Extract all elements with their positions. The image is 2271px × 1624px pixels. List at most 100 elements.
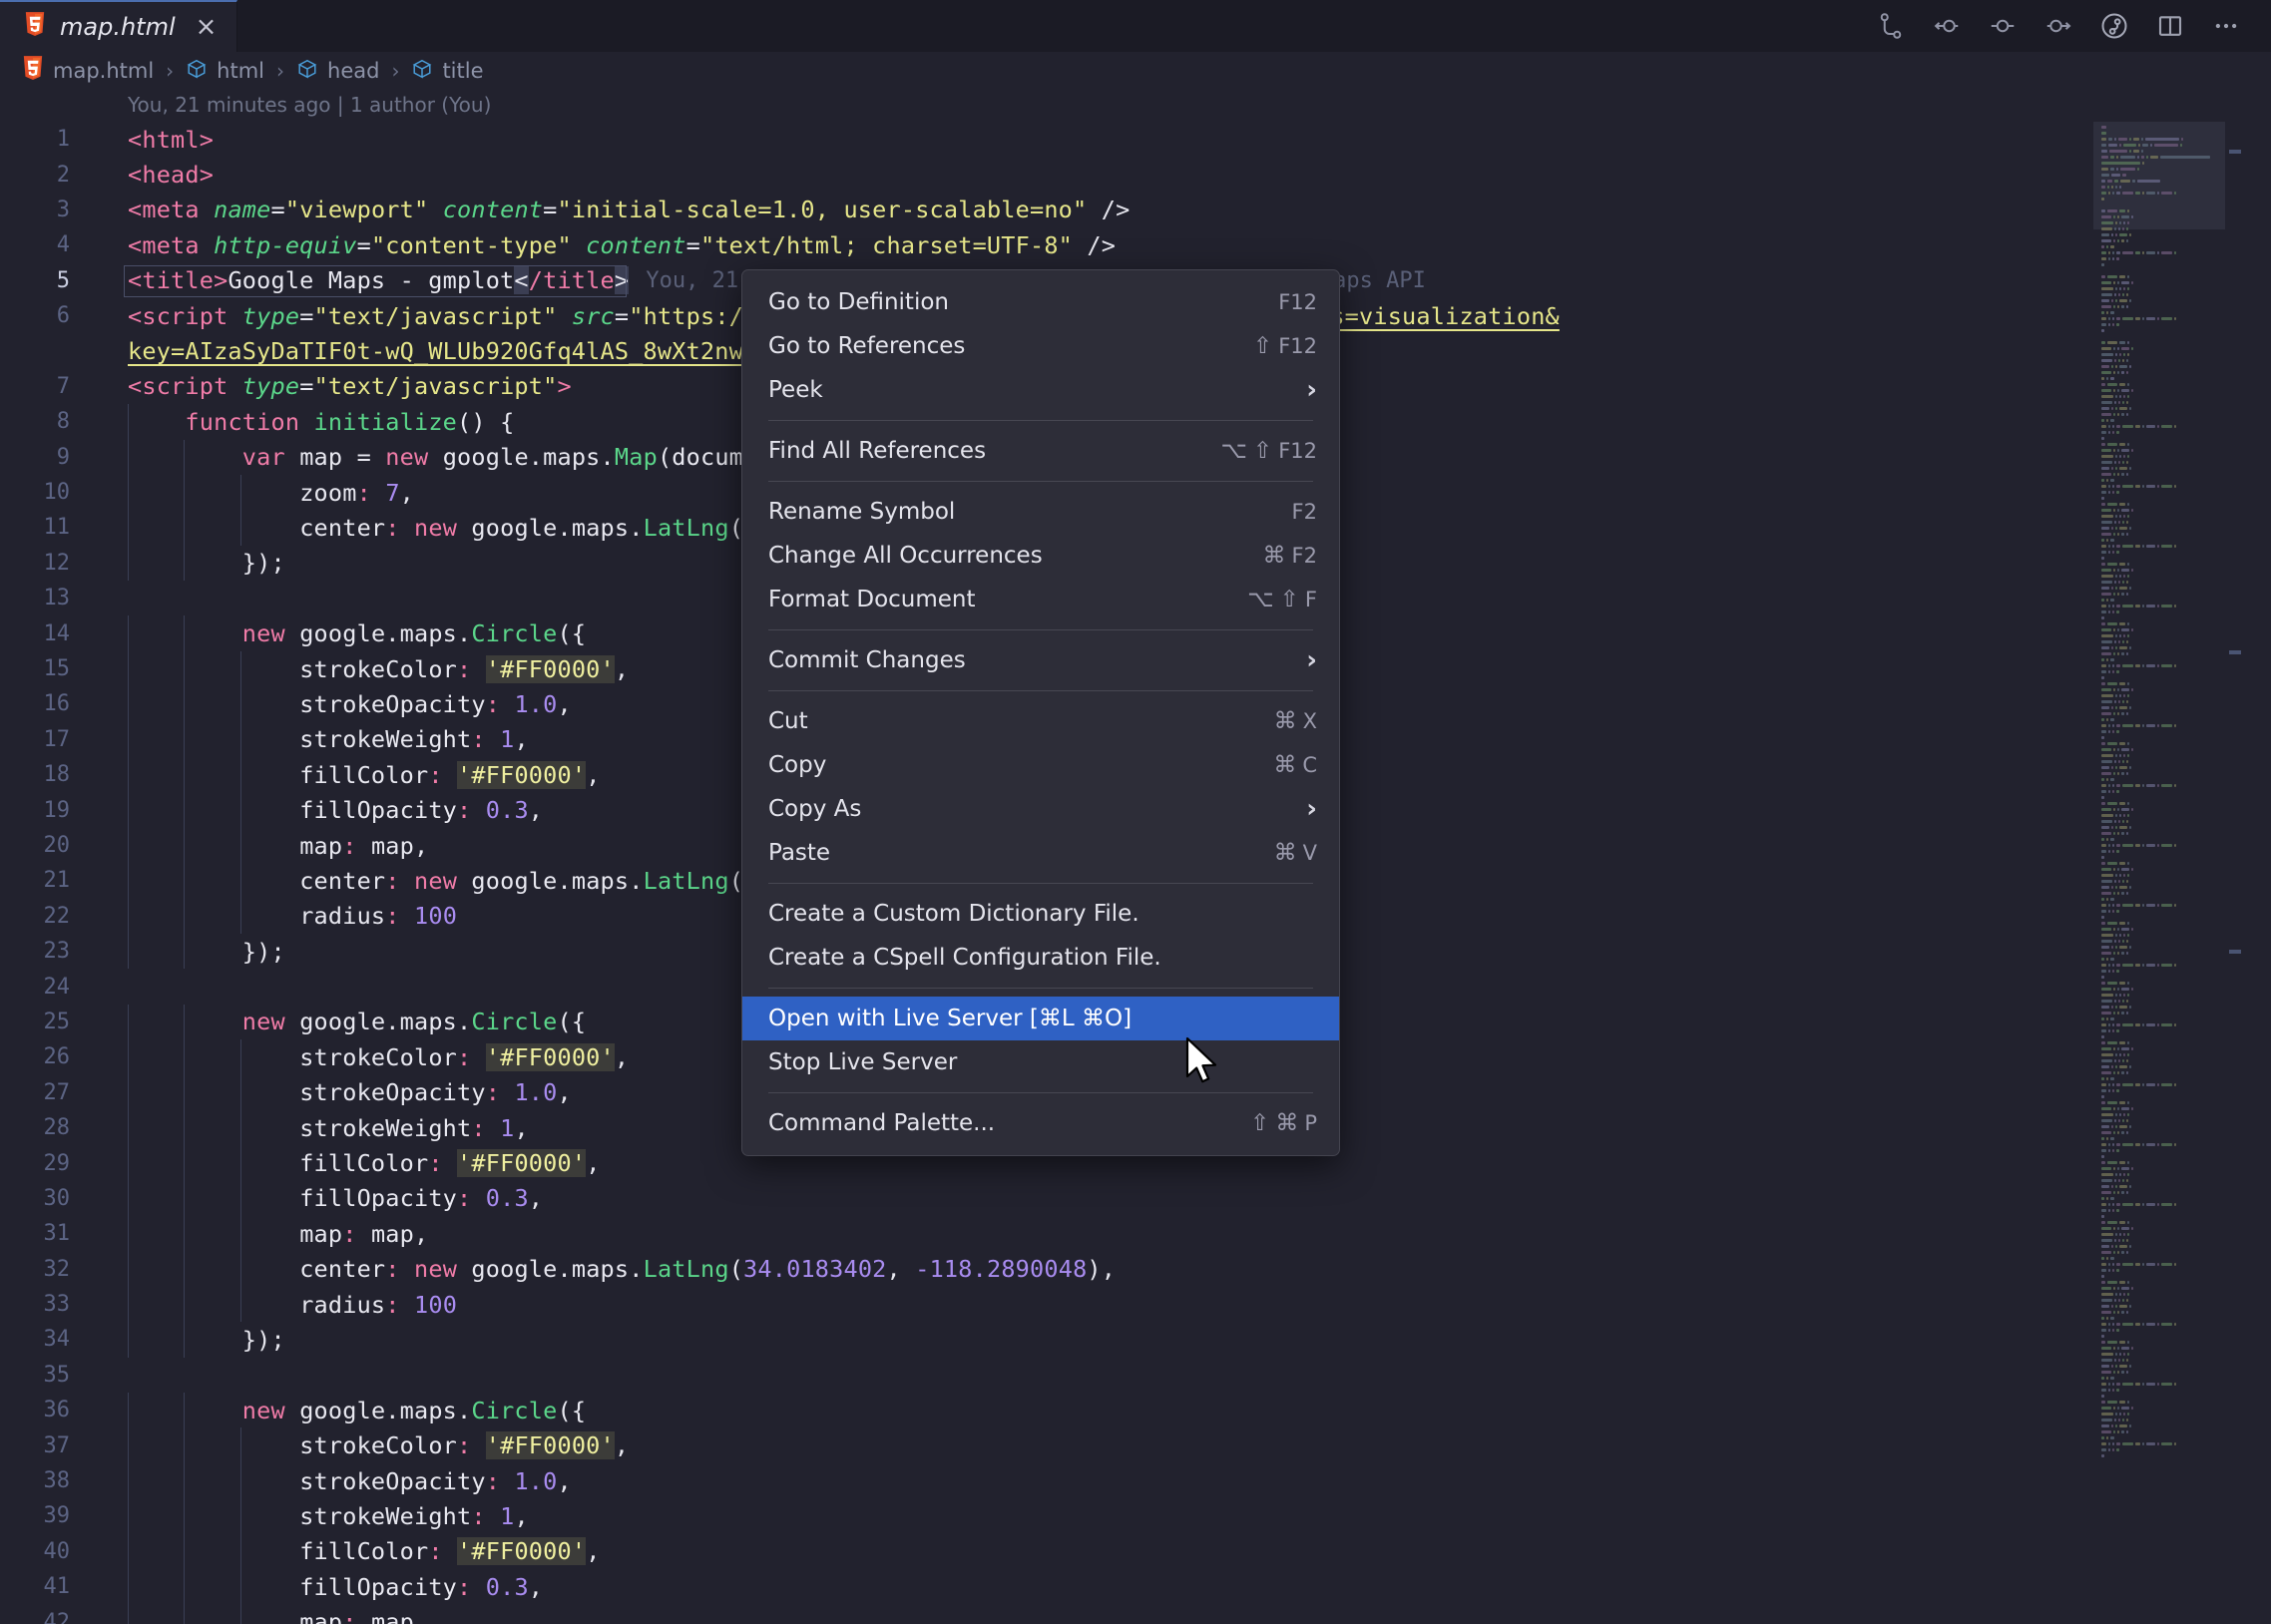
code-line[interactable]: 4 <meta http-equiv="content-type" content… [0,227,2271,262]
split-editor-icon[interactable] [2155,11,2185,41]
menu-item-peek[interactable]: Peek › [742,368,1339,412]
minimap-line [2101,772,2111,775]
menu-item-open-with-live-server-l-o[interactable]: Open with Live Server [⌘L ⌘O] [742,997,1339,1040]
minimap-line [2101,413,2111,416]
menu-item-copy[interactable]: Copy ⌘ C [742,743,1339,787]
breadcrumb-item-html[interactable]: html [186,58,264,85]
keybinding-key: ⇧ [1250,1110,1270,1136]
minimap-line [2120,281,2129,284]
menu-item-find-all-references[interactable]: Find All References ⌥ ⇧ F12 [742,429,1339,473]
code-text: strokeWeight: 1, [92,1502,529,1530]
code-token: = [614,301,630,330]
close-icon[interactable]: × [196,14,218,40]
code-line[interactable]: 30 fillOpacity: 0.3, [0,1180,2271,1217]
go-back-change-icon[interactable] [1932,11,1962,41]
minimap-line [2115,1365,2118,1368]
code-line[interactable]: 39 strokeWeight: 1, [0,1498,2271,1534]
minimap-line [2122,1263,2133,1266]
minimap-line [2174,784,2176,787]
keybinding-key: ⇧ [1252,333,1273,359]
toggle-blame-icon[interactable] [2099,11,2129,41]
tab-map-html[interactable]: map.html × [0,0,238,52]
minimap-line [2116,808,2119,811]
minimap-line [2112,425,2115,428]
code-token: fillOpacity [299,796,458,825]
menu-item-label: Copy [768,752,827,778]
menu-item-paste[interactable]: Paste ⌘ V [742,831,1339,875]
menu-item-command-palette[interactable]: Command Palette... ⇧ ⌘ P [742,1101,1339,1145]
breadcrumb-item-title[interactable]: title [411,58,484,85]
minimap-line [2129,946,2132,949]
code-token: strokeColor [299,654,458,683]
minimap-line [2125,640,2128,643]
code-text: strokeColor: '#FF0000', [92,1042,629,1071]
menu-item-create-a-custom-dictionary-file[interactable]: Create a Custom Dictionary File. [742,892,1339,936]
code-line[interactable]: 2 <head> [0,157,2271,192]
code-line[interactable]: 38 strokeOpacity: 1.0, [0,1462,2271,1499]
minimap-line [2131,1047,2133,1050]
code-line[interactable]: 3 <meta name="viewport" content="initial-… [0,193,2271,227]
minimap-line [2116,652,2119,655]
menu-item-format-document[interactable]: Format Document ⌥ ⇧ F [742,578,1339,621]
minimap-line [2118,1113,2121,1116]
code-line[interactable]: 34 }); [0,1322,2271,1358]
code-token: key=AIzaSyDaTIF0t-wQ_WLUb920Gfq4lAS_8wXt… [128,337,743,366]
code-line[interactable]: 1 <html> [0,122,2271,157]
current-change-icon[interactable] [1988,11,2018,41]
minimap-line [2120,1227,2129,1230]
overview-ruler[interactable] [2225,122,2271,1624]
minimap-line [2126,922,2129,925]
code-line[interactable]: 41 fillOpacity: 0.3, [0,1569,2271,1605]
menu-item-change-all-occurrences[interactable]: Change All Occurrences ⌘ F2 [742,534,1339,578]
code-line[interactable]: 32 center: new google.maps.LatLng(34.018… [0,1251,2271,1287]
minimap-line [2112,1389,2115,1392]
menu-item-copy-as[interactable]: Copy As › [742,787,1339,831]
code-line[interactable]: 37 strokeColor: '#FF0000', [0,1427,2271,1463]
line-number: 38 [43,1468,71,1494]
minimap-line [2101,1083,2107,1086]
menu-item-go-to-references[interactable]: Go to References ⇧ F12 [742,324,1339,368]
minimap-line [2113,1239,2116,1242]
breadcrumb-item-file[interactable]: map.html [22,55,154,87]
menu-item-stop-live-server[interactable]: Stop Live Server [742,1040,1339,1084]
minimap-line [2101,868,2111,871]
menu-item-cut[interactable]: Cut ⌘ X [742,699,1339,743]
minimap-line [2115,1065,2118,1068]
code-token: '#FF0000' [457,760,587,789]
minimap-line [2101,1424,2110,1427]
minimap-line [2127,634,2130,637]
code-line[interactable]: 40 fillColor: '#FF0000', [0,1533,2271,1570]
menu-item-go-to-definition[interactable]: Go to Definition F12 [742,280,1339,324]
minimap-line [2129,1006,2132,1009]
minimap-line [2101,1101,2105,1104]
code-line[interactable]: 35 [0,1358,2271,1393]
minimap-line [2101,545,2107,548]
code-text: map: map, [92,1220,428,1248]
code-line[interactable]: 42 map: map, [0,1604,2271,1624]
minimap-line [2101,1071,2111,1074]
code-token: strokeWeight [299,1113,472,1142]
breadcrumb-item-head[interactable]: head [296,58,379,85]
minimap-line [2113,940,2116,943]
menu-item-create-a-cspell-configuration-file[interactable]: Create a CSpell Configuration File. [742,936,1339,980]
minimap-line [2101,832,2111,835]
minimap-line [2112,533,2115,536]
code-line[interactable]: 33 radius: 100 [0,1286,2271,1323]
menu-item-rename-symbol[interactable]: Rename Symbol F2 [742,490,1339,534]
code-line[interactable]: 36 new google.maps.Circle({ [0,1393,2271,1428]
minimap-line [2146,904,2156,907]
minimap[interactable] [2093,122,2225,1624]
go-forward-change-icon[interactable] [2044,11,2073,41]
menu-item-label: Find All References [768,438,987,464]
code-token: , [614,654,630,683]
minimap-line [2101,192,2107,195]
minimap-line [2112,1448,2115,1451]
source-control-icon[interactable] [1876,11,1906,41]
code-line[interactable]: 31 map: map, [0,1216,2271,1252]
editor-context-menu[interactable]: Go to Definition F12 Go to References ⇧ F12 P… [741,269,1340,1156]
minimap-line [2119,1101,2125,1104]
more-actions-icon[interactable] [2211,11,2241,41]
minimap-line [2142,605,2145,608]
menu-item-commit-changes[interactable]: Commit Changes › [742,638,1339,682]
